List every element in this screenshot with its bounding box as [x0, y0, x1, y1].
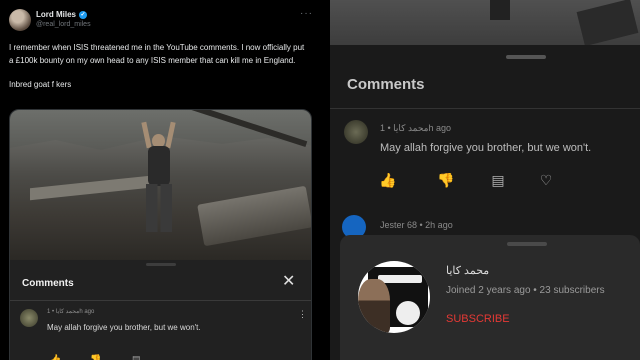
verified-badge-icon: ✓: [79, 11, 88, 19]
person-arm-right: [165, 121, 176, 149]
comment-meta: Jester 68 • 2h ago: [380, 220, 453, 230]
channel-meta: Joined 2 years ago • 23 subscribers: [446, 285, 605, 296]
drag-handle[interactable]: [146, 263, 176, 266]
tank-wreck: [197, 185, 311, 247]
comments-title: Comments: [22, 278, 74, 289]
author-handle[interactable]: @real_lord_miles: [36, 20, 91, 30]
flag-seal: [396, 301, 420, 325]
author-name-row[interactable]: Lord Miles ✓: [36, 10, 91, 20]
tweet-header: Lord Miles ✓ @real_lord_miles: [9, 9, 91, 31]
dark-shape: [576, 0, 639, 45]
dislike-icon[interactable]: 👎: [436, 172, 456, 188]
comment-meta: محمد كايا • 1h ago: [47, 309, 95, 315]
drag-handle[interactable]: [507, 242, 547, 246]
author-name[interactable]: Lord Miles: [36, 10, 76, 20]
divider: [330, 108, 640, 109]
video-frame-image: [10, 110, 311, 260]
person-figure: [138, 121, 178, 238]
flag-text-band: [378, 275, 422, 283]
screenshot-collage: Lord Miles ✓ @real_lord_miles ··· I reme…: [0, 0, 640, 360]
like-icon[interactable]: 👍: [378, 172, 398, 188]
reply-icon[interactable]: ▤: [132, 354, 141, 360]
tweet-paragraph-1: I remember when ISIS threatened me in th…: [9, 43, 305, 65]
person-arm-left: [141, 121, 152, 149]
video-frame-top: [330, 0, 640, 45]
comments-sheet-small: Comments ✕ محمد كايا • 1h ago May allah …: [10, 260, 311, 360]
tweet-text: I remember when ISIS threatened me in th…: [9, 41, 309, 102]
channel-avatar[interactable]: [358, 261, 430, 333]
channel-name[interactable]: محمد كايا: [446, 264, 489, 277]
comments-title: Comments: [347, 76, 425, 93]
drag-handle[interactable]: [506, 55, 546, 59]
commenter-avatar[interactable]: [20, 309, 38, 327]
comment-text: May allah forgive you brother, but we wo…: [47, 323, 201, 332]
divider: [10, 300, 311, 301]
comment-meta: محمد كايا • 1h ago: [380, 123, 452, 133]
comment-more-icon[interactable]: ⋮: [298, 310, 307, 319]
like-icon[interactable]: 👍: [50, 354, 61, 360]
comment-text: May allah forgive you brother, but we wo…: [380, 142, 592, 154]
stone-wall: [30, 175, 150, 201]
tweet-paragraph-2: Inbred goat f kers: [9, 80, 72, 89]
tweet-media[interactable]: Comments ✕ محمد كايا • 1h ago May allah …: [9, 109, 312, 360]
reply-icon[interactable]: ▤: [488, 172, 508, 188]
commenter-avatar[interactable]: [344, 120, 368, 144]
close-icon[interactable]: ✕: [282, 274, 295, 290]
dark-shape: [490, 0, 510, 20]
heart-icon[interactable]: ♡: [536, 172, 556, 188]
channel-card: محمد كايا Joined 2 years ago • 23 subscr…: [340, 235, 640, 360]
person-silhouette: [358, 279, 390, 333]
person-legs: [146, 184, 172, 232]
tweet-post: Lord Miles ✓ @real_lord_miles ··· I reme…: [0, 0, 323, 360]
subscribe-button[interactable]: SUBSCRIBE: [446, 313, 510, 325]
author-avatar[interactable]: [9, 9, 31, 31]
person-torso: [148, 146, 170, 186]
more-options-icon[interactable]: ···: [300, 8, 313, 19]
youtube-comments-panel: Comments محمد كايا • 1h ago May allah fo…: [330, 0, 640, 360]
author-names: Lord Miles ✓ @real_lord_miles: [36, 10, 91, 30]
dislike-icon[interactable]: 👎: [90, 354, 101, 360]
